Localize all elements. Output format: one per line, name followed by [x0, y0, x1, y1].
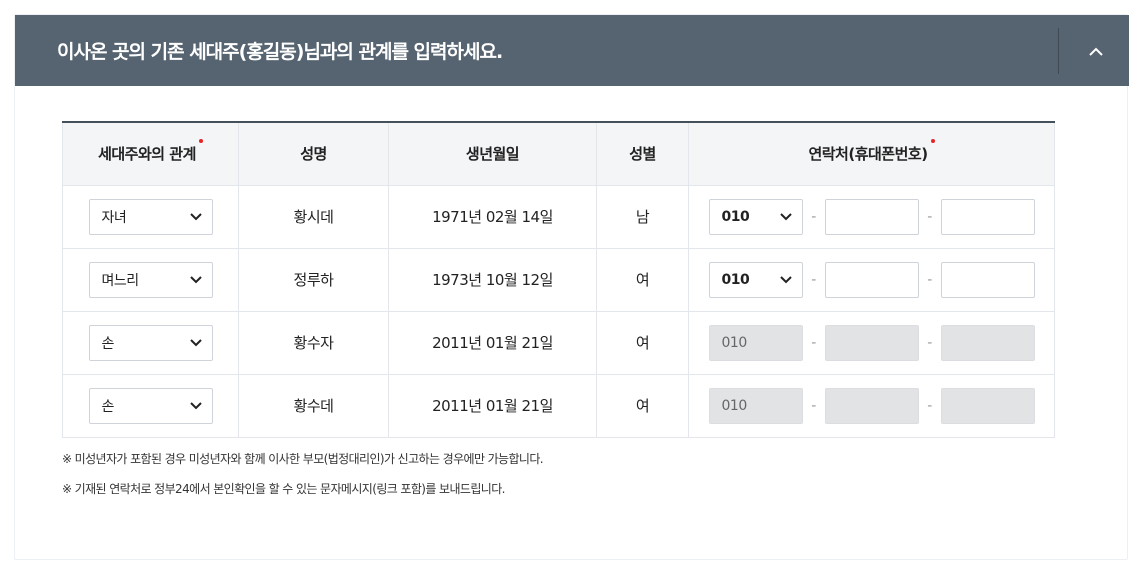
phone-dash: -: [811, 208, 816, 225]
header-contact: 연락처(휴대폰번호): [688, 122, 1055, 186]
relation-select-value: 손: [101, 335, 115, 352]
cell-name: 황수자: [238, 311, 389, 375]
phone-last-input: [940, 387, 1035, 424]
cell-contact: 010 - -: [688, 248, 1055, 312]
table-row: 손 황수데 2011년 01월 21일 여 010 - -: [62, 374, 1055, 438]
cell-contact: 010 - -: [688, 311, 1055, 375]
header-gender: 성별: [596, 122, 689, 186]
phone-middle-input[interactable]: [824, 198, 919, 235]
panel-title: 이사온 곳의 기존 세대주(홍길동)님과의 관계를 입력하세요.: [57, 41, 503, 63]
required-dot-icon: [930, 139, 935, 144]
chevron-down-icon: [189, 338, 202, 346]
phone-last-input[interactable]: [940, 261, 1035, 298]
cell-relation: 손: [62, 374, 239, 438]
relation-select[interactable]: 손: [88, 387, 213, 424]
phone-last-input: [940, 324, 1035, 361]
phone-dash: -: [811, 271, 816, 288]
phone-middle-input[interactable]: [824, 261, 919, 298]
chevron-down-icon: [779, 212, 792, 220]
chevron-down-icon: [779, 275, 792, 283]
phone-middle-input: [824, 324, 919, 361]
cell-relation: 손: [62, 311, 239, 375]
table-row: 며느리 정루하 1973년 10월 12일 여 010 - -: [62, 248, 1055, 312]
cell-gender: 여: [596, 248, 689, 312]
phone-dash: -: [927, 397, 932, 414]
cell-birth: 2011년 01월 21일: [388, 311, 597, 375]
cell-gender: 남: [596, 185, 689, 249]
phone-dash: -: [811, 334, 816, 351]
phone-dash: -: [927, 334, 932, 351]
phone-dash: -: [811, 397, 816, 414]
phone-prefix-value: 010: [721, 397, 748, 414]
cell-birth: 1973년 10월 12일: [388, 248, 597, 312]
notes: ※ 미성년자가 포함된 경우 미성년자와 함께 이사한 부모(법정대리인)가 신…: [62, 450, 544, 510]
chevron-down-icon: [189, 401, 202, 409]
cell-relation: 며느리: [62, 248, 239, 312]
table-header-row: 세대주와의 관계 성명 생년월일 성별 연락처(휴대폰번호): [62, 122, 1055, 186]
relation-select[interactable]: 손: [88, 324, 213, 361]
phone-field-group: 010 - -: [689, 324, 1054, 361]
cell-relation: 자녀: [62, 185, 239, 249]
phone-prefix-select: 010: [708, 387, 803, 424]
phone-prefix-select[interactable]: 010: [708, 198, 803, 235]
panel-header: 이사온 곳의 기존 세대주(홍길동)님과의 관계를 입력하세요.: [15, 15, 1129, 86]
required-dot-icon: [198, 139, 203, 144]
header-name: 성명: [238, 122, 389, 186]
phone-last-input[interactable]: [940, 198, 1035, 235]
relation-table: 세대주와의 관계 성명 생년월일 성별 연락처(휴대폰번호) 자녀 황시데 1971…: [62, 121, 1055, 438]
table-row: 손 황수자 2011년 01월 21일 여 010 - -: [62, 311, 1055, 375]
table-row: 자녀 황시데 1971년 02월 14일 남 010 - -: [62, 185, 1055, 249]
phone-prefix-select[interactable]: 010: [708, 261, 803, 298]
header-divider: [1058, 28, 1059, 74]
phone-field-group: 010 - -: [689, 261, 1054, 298]
relation-select-value: 자녀: [101, 209, 127, 226]
relation-select[interactable]: 자녀: [88, 198, 213, 235]
phone-dash: -: [927, 208, 932, 225]
cell-name: 황시데: [238, 185, 389, 249]
chevron-down-icon: [189, 275, 202, 283]
phone-field-group: 010 - -: [689, 198, 1054, 235]
relation-select-value: 며느리: [101, 272, 140, 289]
phone-prefix-value: 010: [721, 271, 750, 288]
header-birth: 생년월일: [388, 122, 597, 186]
cell-contact: 010 - -: [688, 374, 1055, 438]
chevron-up-icon: [1089, 47, 1103, 56]
chevron-down-icon: [189, 212, 202, 220]
phone-dash: -: [927, 271, 932, 288]
cell-name: 정루하: [238, 248, 389, 312]
header-relation: 세대주와의 관계: [62, 122, 239, 186]
cell-birth: 1971년 02월 14일: [388, 185, 597, 249]
phone-middle-input: [824, 387, 919, 424]
cell-gender: 여: [596, 311, 689, 375]
collapse-toggle-button[interactable]: [1079, 35, 1113, 69]
phone-field-group: 010 - -: [689, 387, 1054, 424]
phone-prefix-value: 010: [721, 334, 748, 351]
cell-birth: 2011년 01월 21일: [388, 374, 597, 438]
phone-prefix-value: 010: [721, 208, 750, 225]
note-minor: ※ 미성년자가 포함된 경우 미성년자와 함께 이사한 부모(법정대리인)가 신…: [62, 452, 544, 466]
relation-select[interactable]: 며느리: [88, 261, 213, 298]
relation-select-value: 손: [101, 398, 115, 415]
cell-gender: 여: [596, 374, 689, 438]
cell-contact: 010 - -: [688, 185, 1055, 249]
phone-prefix-select: 010: [708, 324, 803, 361]
cell-name: 황수데: [238, 374, 389, 438]
note-sms: ※ 기재된 연락처로 정부24에서 본인확인을 할 수 있는 문자메시지(링크 …: [62, 482, 505, 496]
